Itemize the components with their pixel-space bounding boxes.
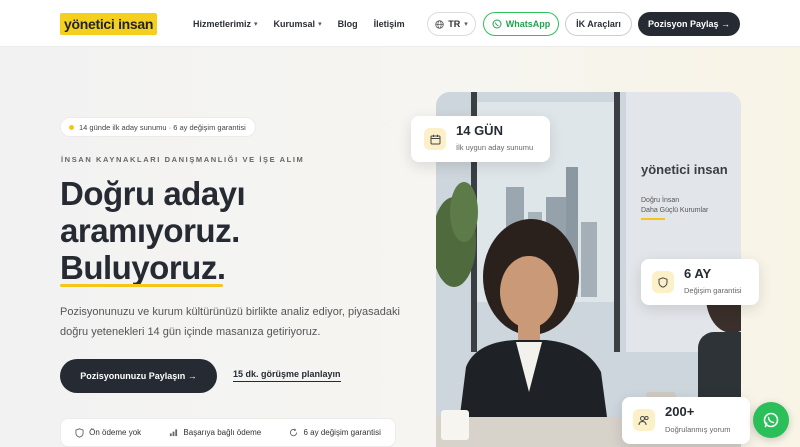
users-icon (633, 409, 655, 431)
trust-label: 6 ay değişim garantisi (303, 428, 381, 437)
signage-brand: yönetici insan (641, 162, 728, 177)
ik-tools-button[interactable]: İK Araçları (565, 12, 632, 36)
share-position-button[interactable]: Pozisyon Paylaş → (638, 12, 740, 36)
headline-underline (60, 284, 223, 287)
shield-icon (75, 427, 84, 438)
shield-icon (652, 271, 674, 293)
nav-item-kurumsal[interactable]: Kurumsal ▾ (274, 19, 322, 29)
nav-item-label: Kurumsal (273, 18, 316, 29)
trust-label: Ön ödeme yok (89, 428, 142, 437)
stat-value: 14 GÜN (456, 123, 503, 138)
hero-headline: Doğru adayı aramıyoruz. Buluyoruz. (60, 175, 400, 286)
stat-label: Değişim garantisi (684, 286, 742, 295)
stat-card-14-gun: 14 GÜN İlk uygun aday sunumu (411, 116, 550, 162)
calendar-icon (424, 128, 446, 150)
nav-item-hizmetlerimiz[interactable]: Hizmetlerimiz ▾ (193, 19, 258, 29)
trust-item-success-based: Başarıya bağlı ödeme (169, 428, 261, 437)
globe-icon (435, 19, 444, 29)
stat-value: 6 AY (684, 266, 712, 281)
hero-badge: 14 günde ilk aday sunumu · 6 ay değişim … (60, 117, 256, 137)
signage-line-2: Daha Güçlü Kurumlar (641, 207, 709, 214)
trust-item-guarantee: 6 ay değişim garantisi (289, 428, 381, 437)
chevron-down-icon: ▾ (254, 20, 258, 28)
stat-value: 200+ (665, 404, 695, 419)
primary-button-label: Pozisyonunuzu Paylaşın → (80, 371, 197, 381)
refresh-icon (290, 428, 298, 437)
logo[interactable]: yönetici insan (60, 13, 157, 35)
nav-item-label: İletişim (373, 18, 405, 29)
trust-item-no-prepayment: Ön ödeme yok (75, 427, 142, 438)
language-label: TR (448, 19, 461, 29)
badge-dot-icon (69, 124, 74, 130)
trust-label: Başarıya bağlı ödeme (183, 428, 262, 437)
whatsapp-icon (492, 19, 502, 29)
hero-eyebrow: İNSAN KAYNAKLARI DANIŞMANLIĞI VE İŞE ALI… (61, 155, 305, 164)
share-position-label: Pozisyon Paylaş → (647, 19, 731, 29)
language-selector[interactable]: TR ▾ (427, 12, 476, 36)
navbar: yönetici insan Hizmetlerimiz ▾ Kurumsal … (0, 0, 800, 47)
stat-label: İlk uygun aday sunumu (456, 143, 534, 152)
chevron-down-icon: ▾ (464, 21, 468, 28)
headline-line-1: Doğru adayı (60, 175, 246, 212)
signage-line-1: Doğru İnsan (641, 195, 679, 204)
hero-description: Pozisyonunuzu ve kurum kültürünüzü birli… (60, 306, 400, 338)
ik-tools-label: İK Araçları (576, 19, 621, 29)
nav-item-label: Blog (337, 18, 358, 29)
schedule-call-link[interactable]: 15 dk. görüşme planlayın (233, 369, 341, 382)
nav-item-blog[interactable]: Blog (338, 19, 358, 29)
whatsapp-label: WhatsApp (505, 19, 551, 29)
whatsapp-button[interactable]: WhatsApp (483, 12, 559, 36)
trust-bar: Ön ödeme yok Başarıya bağlı ödeme 6 ay d… (60, 418, 396, 447)
nav-links: Hizmetlerimiz ▾ Kurumsal ▾ Blog İletişim (193, 0, 405, 47)
share-position-primary-button[interactable]: Pozisyonunuzu Paylaşın → (60, 359, 217, 393)
headline-line-3: Buluyoruz. (60, 249, 226, 286)
badge-text: 14 günde ilk aday sunumu · 6 ay değişim … (79, 122, 246, 132)
whatsapp-floating-button[interactable] (753, 402, 789, 438)
stat-card-200-plus: 200+ Doğrulanmış yorum (622, 397, 750, 444)
headline-line-2: aramıyoruz. (60, 212, 240, 249)
nav-item-label: Hizmetlerimiz (193, 18, 252, 29)
whatsapp-icon (763, 412, 779, 428)
stat-card-6-ay: 6 AY Değişim garantisi (641, 259, 759, 305)
nav-item-iletisim[interactable]: İletişim (374, 19, 405, 29)
stat-label: Doğrulanmış yorum (665, 425, 731, 434)
chevron-down-icon: ▾ (318, 20, 322, 28)
chart-icon (170, 429, 178, 437)
